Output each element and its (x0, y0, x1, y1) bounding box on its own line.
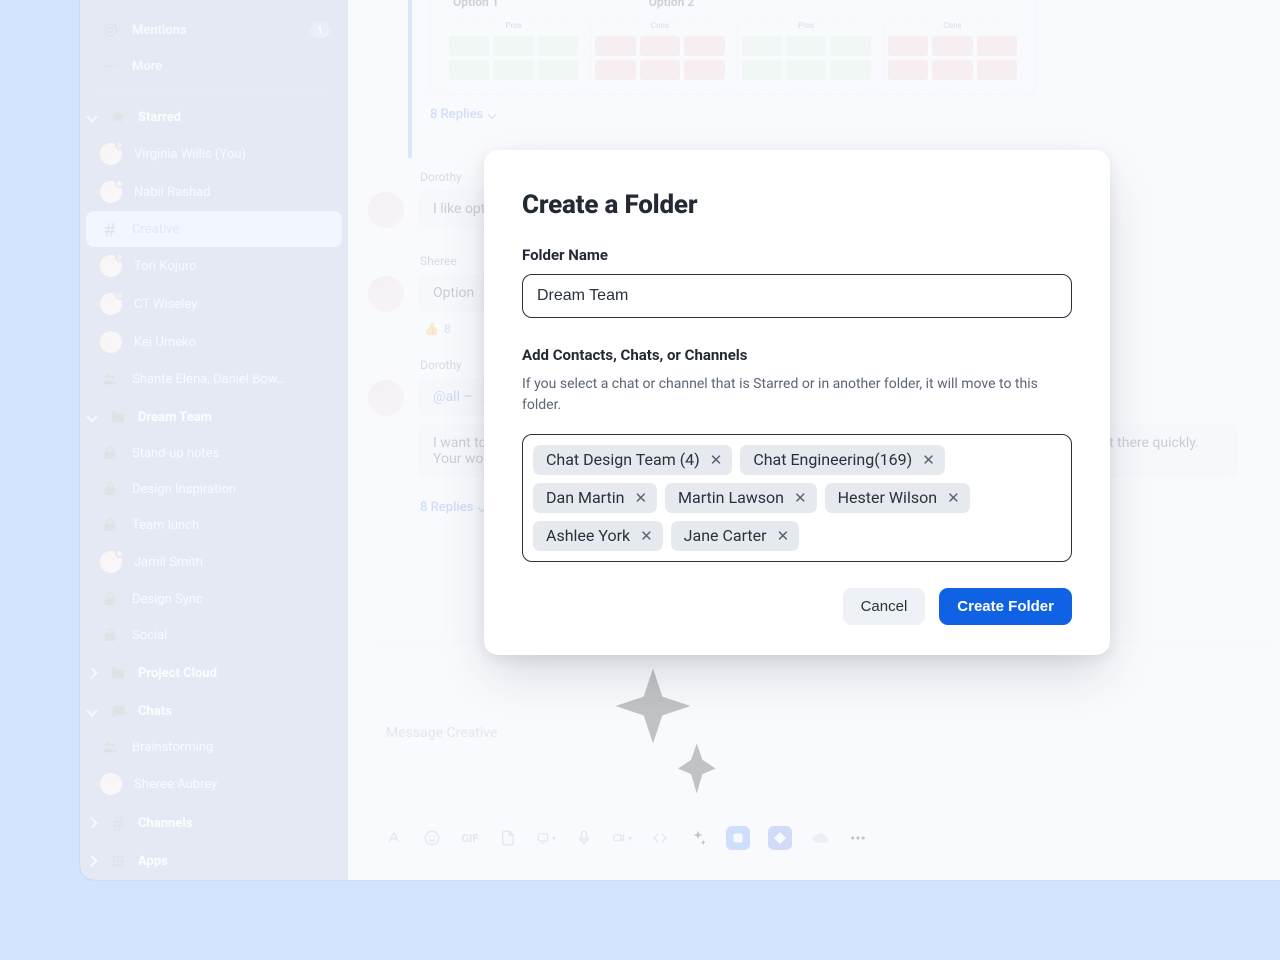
member-chip[interactable]: Jane Carter ✕ (671, 521, 799, 551)
folder-name-input[interactable] (522, 274, 1072, 318)
chip-label: Dan Martin (546, 490, 624, 506)
create-folder-button[interactable]: Create Folder (939, 588, 1072, 625)
add-members-label: Add Contacts, Chats, or Channels (522, 346, 1072, 364)
create-folder-modal: Create a Folder Folder Name Add Contacts… (484, 150, 1110, 655)
modal-title: Create a Folder (522, 190, 1072, 220)
member-chip[interactable]: Ashlee York ✕ (533, 521, 663, 551)
remove-chip-icon[interactable]: ✕ (634, 491, 647, 506)
member-chip[interactable]: Chat Design Team (4) ✕ (533, 445, 732, 475)
member-chip[interactable]: Chat Engineering(169) ✕ (740, 445, 944, 475)
member-chip[interactable]: Martin Lawson ✕ (665, 483, 817, 513)
folder-name-label: Folder Name (522, 246, 1072, 264)
chip-label: Hester Wilson (838, 490, 937, 506)
cancel-button[interactable]: Cancel (843, 588, 926, 625)
remove-chip-icon[interactable]: ✕ (710, 453, 723, 468)
chip-label: Chat Design Team (4) (546, 452, 700, 468)
members-chips-input[interactable]: Chat Design Team (4)✕Chat Engineering(16… (522, 434, 1072, 562)
remove-chip-icon[interactable]: ✕ (777, 529, 790, 544)
member-chip[interactable]: Hester Wilson ✕ (825, 483, 970, 513)
member-chip[interactable]: Dan Martin ✕ (533, 483, 657, 513)
remove-chip-icon[interactable]: ✕ (640, 529, 653, 544)
chip-label: Ashlee York (546, 528, 630, 544)
remove-chip-icon[interactable]: ✕ (947, 491, 960, 506)
help-text: If you select a chat or channel that is … (522, 374, 1062, 416)
remove-chip-icon[interactable]: ✕ (922, 453, 935, 468)
chip-label: Martin Lawson (678, 490, 784, 506)
remove-chip-icon[interactable]: ✕ (794, 491, 807, 506)
chip-label: Jane Carter (684, 528, 767, 544)
chip-label: Chat Engineering(169) (753, 452, 912, 468)
